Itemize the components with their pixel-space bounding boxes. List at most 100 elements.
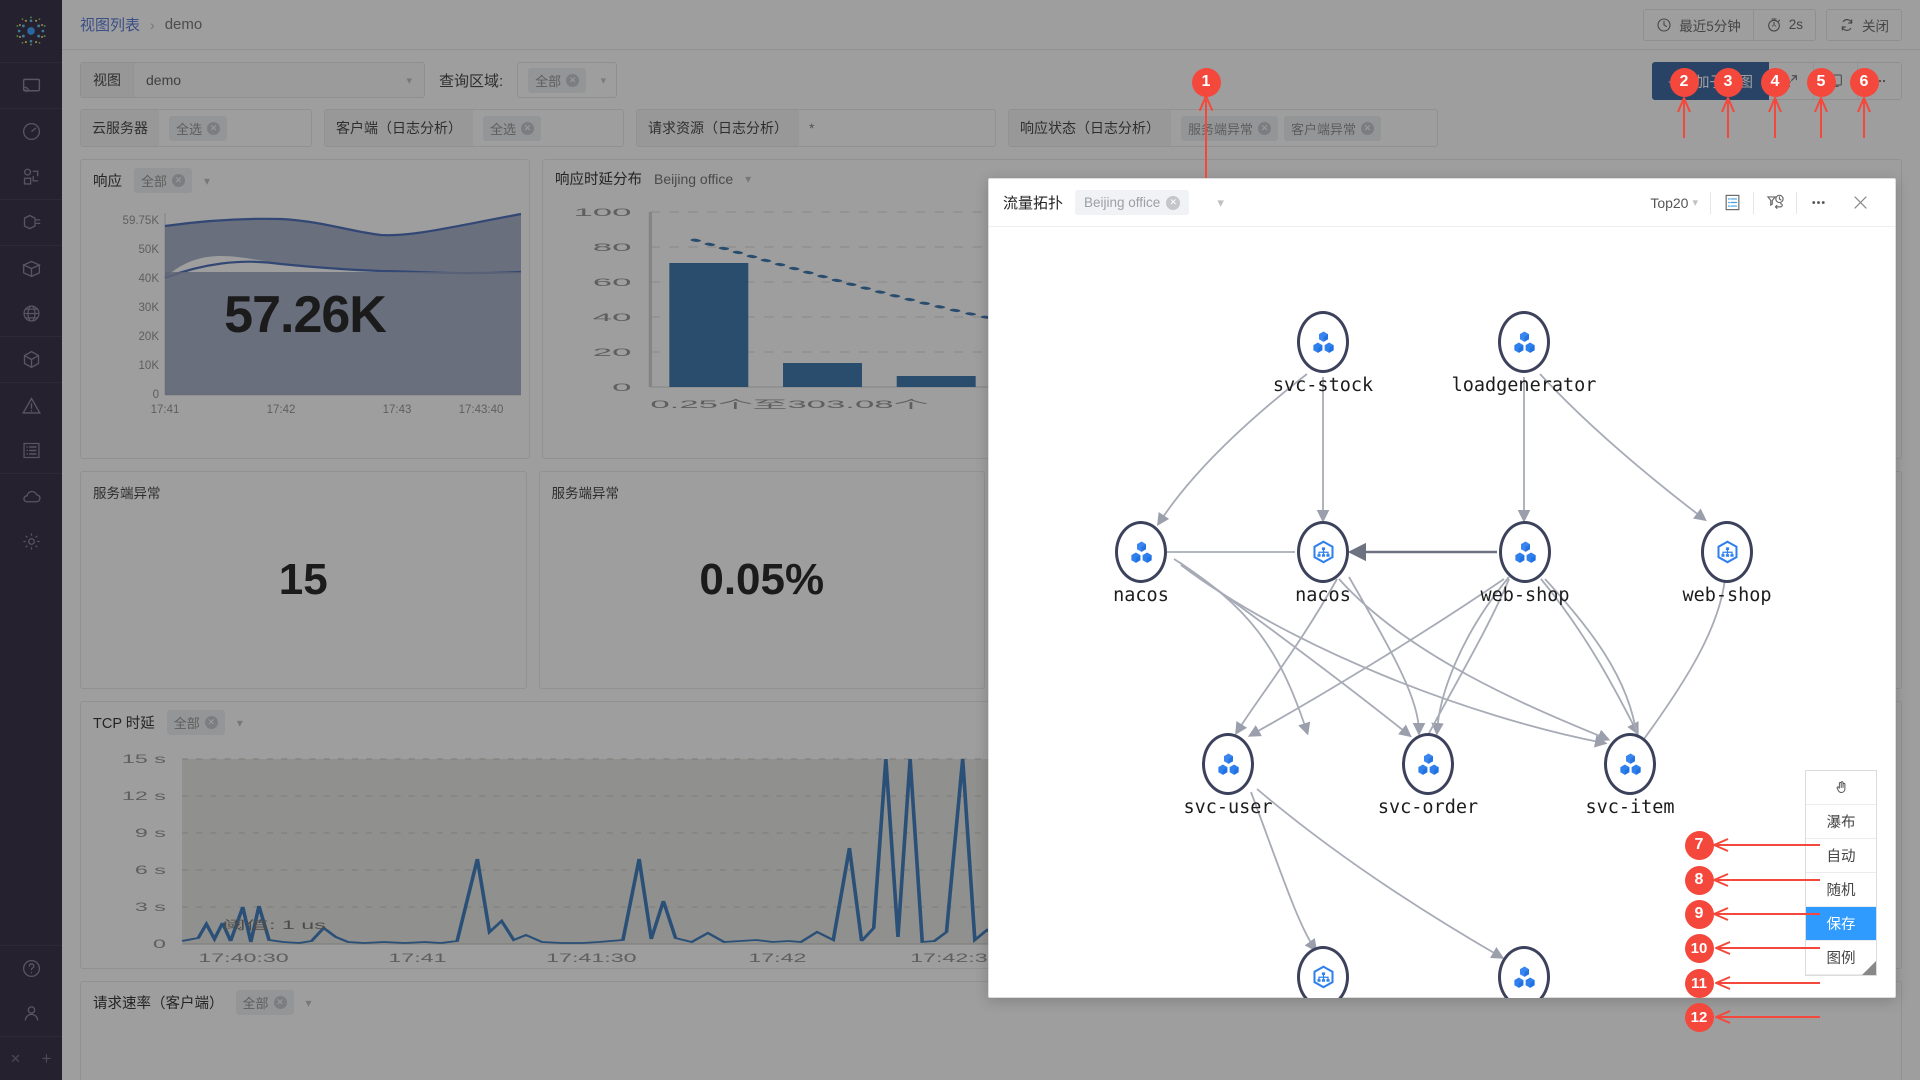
list-view-button[interactable] xyxy=(1711,188,1753,218)
sidebar-group-7 xyxy=(0,473,62,564)
node-circle[interactable] xyxy=(1701,521,1753,583)
breadcrumb-root[interactable]: 视图列表 xyxy=(80,14,140,35)
layout-auto[interactable]: 自动 xyxy=(1806,839,1876,873)
node-circle[interactable] xyxy=(1498,946,1550,998)
topology-node-svc-stock[interactable]: svc-stock xyxy=(1273,311,1373,396)
view-select[interactable]: 视图 demo ▾ xyxy=(80,62,425,98)
auto-refresh-button[interactable]: 关闭 xyxy=(1827,9,1901,40)
topology-canvas[interactable]: svc-stock loadgenerator nacos nacos web-… xyxy=(989,227,1895,998)
node-circle[interactable] xyxy=(1604,733,1656,795)
chip-remove-icon[interactable]: ✕ xyxy=(1166,195,1181,210)
region-filter-select[interactable]: 全部 ✕ ▾ xyxy=(517,62,618,98)
resize-handle[interactable] xyxy=(1862,961,1876,975)
chip-remove-icon[interactable]: ✕ xyxy=(207,121,221,135)
chevron-down-icon[interactable]: ▾ xyxy=(237,716,243,730)
chip-remove-icon[interactable]: ✕ xyxy=(1361,121,1375,135)
sidebar-item-topology[interactable] xyxy=(0,337,62,382)
chevron-down-icon[interactable]: ▾ xyxy=(1217,195,1224,211)
panel-filter-chip[interactable]: 全部 ✕ xyxy=(134,168,193,193)
panel-filter-chip[interactable]: 全部 ✕ xyxy=(166,710,225,735)
cubes-icon xyxy=(1619,752,1641,775)
filter-chip[interactable]: 全选 ✕ xyxy=(483,115,542,141)
dialog-close-button[interactable] xyxy=(1839,188,1881,218)
sidebar-item-logs[interactable] xyxy=(0,428,62,473)
chevron-down-icon[interactable]: ▾ xyxy=(745,172,751,186)
chip-remove-icon[interactable]: ✕ xyxy=(172,174,186,187)
app-logo[interactable] xyxy=(0,0,62,62)
filter-bar: 视图 demo ▾ 查询区域: 全部 ✕ ▾ 云服务器 全选 ✕ 客户端（日志分… xyxy=(62,50,1920,159)
plus-icon[interactable]: + xyxy=(42,1049,52,1069)
node-circle[interactable] xyxy=(1498,311,1550,373)
chevron-down-icon[interactable]: ▾ xyxy=(306,996,312,1010)
topology-node-db-demo-left[interactable]: db-demo xyxy=(1297,946,1349,998)
chip-remove-icon[interactable]: ✕ xyxy=(521,121,535,135)
sidebar-item-gauge[interactable] xyxy=(0,109,62,154)
topology-node-svc-item[interactable]: svc-item xyxy=(1585,733,1675,818)
region-chip[interactable]: 全部 ✕ xyxy=(528,67,587,93)
node-circle[interactable] xyxy=(1402,733,1454,795)
annotation-badge-9: 9 xyxy=(1684,899,1714,929)
sidebar-item-cloud[interactable] xyxy=(0,474,62,519)
node-label: svc-item xyxy=(1585,797,1675,818)
svg-text:10K: 10K xyxy=(139,360,160,372)
chip-remove-icon[interactable]: ✕ xyxy=(204,716,218,729)
path-time-button[interactable] xyxy=(1754,188,1796,218)
dialog-scope-chip[interactable]: Beijing office ✕ xyxy=(1075,190,1190,215)
sidebar-item-cast[interactable] xyxy=(0,63,62,108)
y-axis-labels: 100 80 60 40 20 0 xyxy=(573,207,631,394)
svg-text:17:43:40: 17:43:40 xyxy=(459,404,504,416)
filter-request-resource[interactable]: 请求资源（日志分析） * xyxy=(636,109,996,147)
filter-chip[interactable]: 全选 ✕ xyxy=(169,115,228,141)
panel-filter-chip[interactable]: 全部 ✕ xyxy=(235,990,294,1015)
topology-node-nacos-mid[interactable]: nacos xyxy=(1295,521,1351,606)
svg-text:20K: 20K xyxy=(139,331,160,343)
clock-icon xyxy=(1657,17,1671,32)
refresh-interval-button[interactable]: 2s xyxy=(1752,9,1815,40)
node-circle[interactable] xyxy=(1115,521,1167,583)
chip-remove-icon[interactable]: ✕ xyxy=(566,73,580,87)
topology-node-web-shop-b[interactable]: web-shop xyxy=(1682,521,1772,606)
filter-cloud-server[interactable]: 云服务器 全选 ✕ xyxy=(80,109,312,147)
sidebar-bottom-group xyxy=(0,945,62,1036)
layout-hand-tool[interactable] xyxy=(1806,771,1876,805)
dialog-header-actions: Top20 ▾ xyxy=(1650,188,1881,218)
chip-remove-icon[interactable]: ✕ xyxy=(1258,121,1272,135)
node-circle[interactable] xyxy=(1297,521,1349,583)
sidebar-item-help[interactable] xyxy=(0,946,62,991)
time-range-button[interactable]: 最近5分钟 xyxy=(1644,9,1753,40)
filter-response-status[interactable]: 响应状态（日志分析） 服务端异常 ✕ 客户端异常 ✕ xyxy=(1008,109,1438,147)
sidebar-item-user[interactable] xyxy=(0,991,62,1036)
node-circle[interactable] xyxy=(1297,311,1349,373)
close-icon[interactable]: × xyxy=(11,1049,21,1069)
sidebar-item-alerts[interactable] xyxy=(0,383,62,428)
layout-save[interactable]: 保存 xyxy=(1806,907,1876,941)
sidebar-item-settings[interactable] xyxy=(0,519,62,564)
filter-client-log[interactable]: 客户端（日志分析） 全选 ✕ xyxy=(324,109,624,147)
sidebar-item-flow[interactable] xyxy=(0,154,62,199)
topology-node-svc-user[interactable]: svc-user xyxy=(1183,733,1273,818)
filter-chip[interactable]: 服务端异常 ✕ xyxy=(1181,115,1279,141)
chip-remove-icon[interactable]: ✕ xyxy=(273,996,287,1009)
layout-waterfall[interactable]: 瀑布 xyxy=(1806,805,1876,839)
sidebar-item-resource[interactable] xyxy=(0,200,62,245)
filter-chip[interactable]: 客户端异常 ✕ xyxy=(1284,115,1382,141)
sidebar-group-5 xyxy=(0,336,62,382)
sidebar-item-network[interactable] xyxy=(0,291,62,336)
topology-node-nacos-left[interactable]: nacos xyxy=(1113,521,1169,606)
chevron-down-icon: ▾ xyxy=(406,74,412,87)
top-n-selector[interactable]: Top20 ▾ xyxy=(1650,195,1710,211)
layout-random[interactable]: 随机 xyxy=(1806,873,1876,907)
warning-triangle-icon xyxy=(21,397,41,414)
topology-node-web-shop-a[interactable]: web-shop xyxy=(1480,521,1570,606)
node-circle[interactable] xyxy=(1202,733,1254,795)
topology-node-db-demo-right[interactable]: db-demo xyxy=(1498,946,1550,998)
topology-node-svc-order[interactable]: svc-order xyxy=(1378,733,1478,818)
sidebar-item-package[interactable] xyxy=(0,246,62,291)
node-label: loadgenerator xyxy=(1451,375,1597,396)
node-circle[interactable] xyxy=(1297,946,1349,998)
time-range-label: 最近5分钟 xyxy=(1679,18,1741,34)
dialog-more-button[interactable] xyxy=(1797,188,1839,218)
topology-node-loadgenerator[interactable]: loadgenerator xyxy=(1452,311,1596,396)
chevron-down-icon[interactable]: ▾ xyxy=(204,174,210,188)
node-circle[interactable] xyxy=(1499,521,1551,583)
